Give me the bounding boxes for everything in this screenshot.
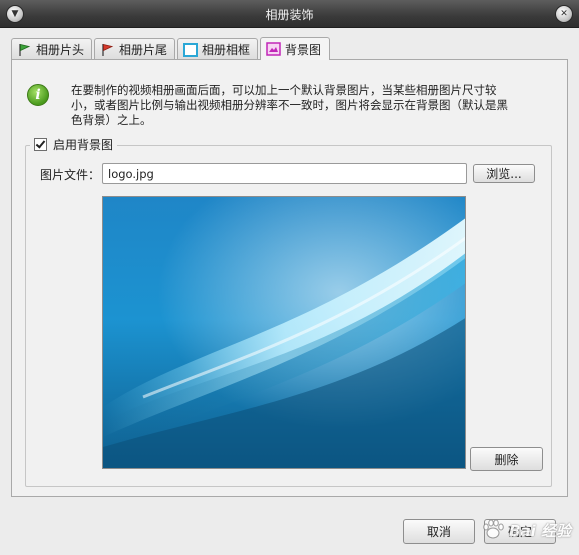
enable-background-label: 启用背景图	[53, 137, 114, 152]
frame-icon	[183, 42, 198, 57]
green-flag-icon	[17, 43, 32, 57]
tab-outro[interactable]: 相册片尾	[94, 38, 175, 60]
tab-label: 相册相框	[202, 43, 251, 57]
tab-label: 相册片尾	[119, 43, 168, 57]
tab-intro[interactable]: 相册片头	[11, 38, 92, 60]
tab-frame[interactable]: 相册相框	[177, 38, 258, 60]
cancel-button[interactable]: 取消	[403, 519, 475, 544]
image-icon	[266, 42, 281, 56]
browse-button[interactable]: 浏览...	[473, 164, 535, 183]
tab-label: 背景图	[285, 42, 322, 57]
file-label: 图片文件：	[40, 168, 101, 182]
tab-background[interactable]: 背景图	[260, 37, 330, 60]
enable-background-checkbox[interactable]	[34, 137, 47, 151]
window-title: 相册装饰	[265, 8, 314, 22]
check-icon	[35, 137, 46, 149]
watermark-text: Bai 经验	[509, 521, 571, 540]
delete-button[interactable]: 删除	[470, 447, 543, 471]
tab-label: 相册片头	[36, 43, 85, 57]
background-preview-image	[102, 196, 466, 469]
close-icon: ✕	[560, 8, 568, 19]
info-icon: i	[27, 84, 49, 106]
close-button[interactable]: ✕	[555, 5, 573, 23]
file-path-input[interactable]	[102, 163, 467, 184]
info-description: 在要制作的视频相册画面后面，可以加上一个默认背景图片，当某些相册图片尺寸较小，或…	[71, 83, 508, 127]
paw-logo-icon	[481, 518, 505, 542]
title-bar: ▼ 相册装饰 ✕	[0, 0, 579, 28]
enable-background-checkbox-row[interactable]: 启用背景图	[30, 136, 118, 152]
red-flag-icon	[100, 43, 115, 57]
baidu-jingyan-watermark: Bai 经验	[481, 515, 571, 545]
